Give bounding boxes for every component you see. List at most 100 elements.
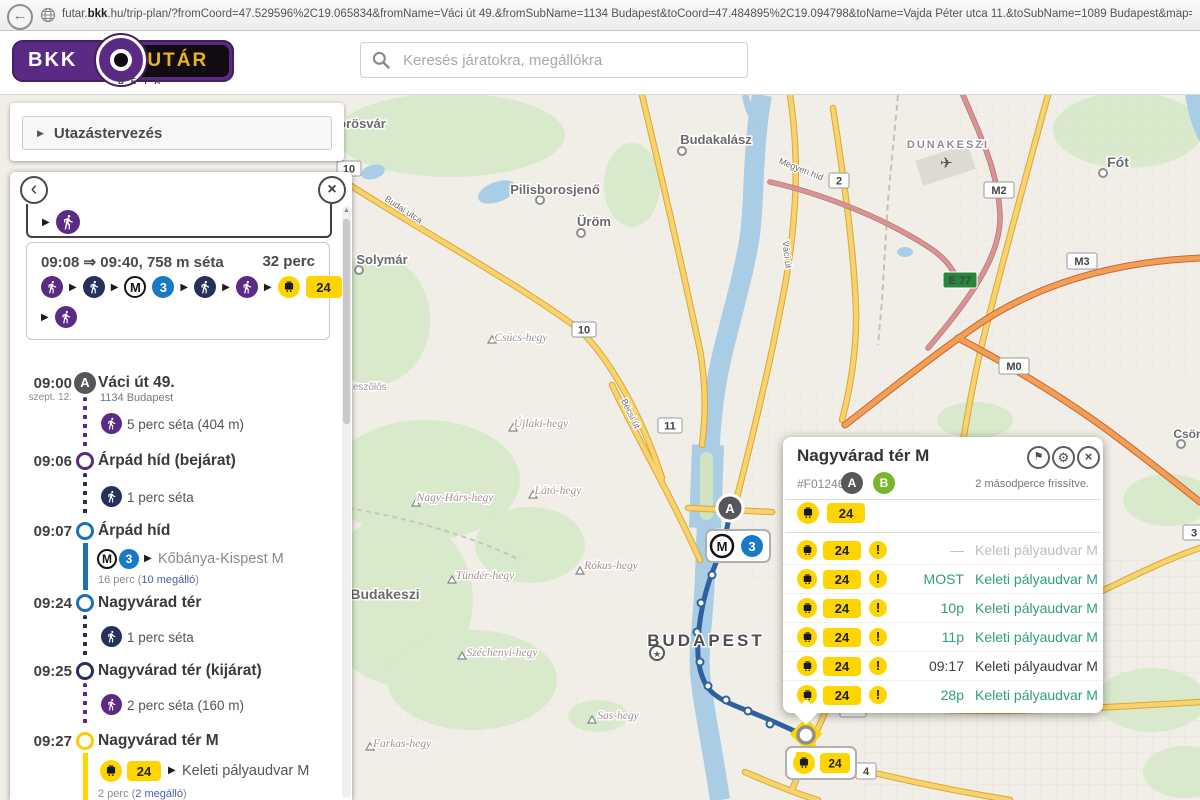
alert-icon[interactable]: ! [869,628,887,646]
route-24-badge: 24 [127,761,161,781]
stop-time: 09:06 [14,453,72,470]
close-button[interactable]: × [318,176,346,204]
arrow-right-icon: ▶ [222,282,230,293]
tram-icon [797,685,817,705]
popup-close-button[interactable]: × [1077,446,1100,469]
alert-icon[interactable]: ! [869,657,887,675]
walk-indoor-icon [83,276,105,298]
svg-text:3: 3 [748,539,755,554]
route-24-badge: 24 [823,686,861,705]
settings-gear-button[interactable]: ⚙ [1052,446,1075,469]
stop-time: 09:25 [14,663,72,680]
arrow-right-icon: ▶ [264,282,272,293]
airport-icon: ✈ [940,155,953,172]
stop-node [76,594,94,612]
svg-text:M3: M3 [1074,256,1089,268]
browser-address-bar: ← futar.bkk.hu/trip-plan/?fromCoord=47.5… [0,0,1200,31]
departure-list: 24 ! — Keleti pályaudvar M 24 ! MOST Kel… [783,536,1103,709]
scrollbar-thumb[interactable] [343,219,350,424]
svg-text:E 77: E 77 [949,275,972,287]
stop-name[interactable]: Nagyvárad tér M [98,732,219,750]
walk-icon [55,306,77,328]
trip-planner-widget: ▶ Utazástervezés [10,103,344,161]
leg-destination: Kőbánya-Kispest M [158,551,284,567]
departure-row[interactable]: 24 ! 10p Keleti pályaudvar M [783,593,1103,622]
departure-destination: Keleti pályaudvar M [975,542,1098,558]
tram-icon [278,276,300,298]
departure-row[interactable]: 24 ! 09:17 Keleti pályaudvar M [783,651,1103,680]
scroll-up-icon[interactable]: ▲ [342,207,351,214]
arrow-right-icon: ▶ [111,282,119,293]
walk-icon [41,276,63,298]
timeline-walk-segment [83,397,87,447]
walk-icon [101,413,122,434]
departure-row[interactable]: 24 ! 11p Keleti pályaudvar M [783,622,1103,651]
metro-line-map-label[interactable]: M 3 [706,530,770,562]
stop-name[interactable]: Váci út 49. [98,374,175,392]
itinerary-scroll-area: ▶ 32 perc 09:08 ⇒ 09:40, 758 m séta ▶ [10,204,342,800]
departure-row[interactable]: 24 ! — Keleti pályaudvar M [783,536,1103,564]
route-24-badge[interactable]: 24 [827,503,865,523]
platform-a-badge[interactable]: A [841,472,863,494]
alert-icon[interactable]: ! [869,599,887,617]
svg-text:Csömör: Csömör [1173,427,1200,441]
alert-icon[interactable]: ! [869,541,887,559]
departure-row[interactable]: 24 ! 28p Keleti pályaudvar M [783,680,1103,709]
svg-text:teszőlős: teszőlős [350,382,387,393]
panel-scrollbar[interactable]: ▲ [342,206,351,798]
url-text[interactable]: futar.bkk.hu/trip-plan/?fromCoord=47.529… [62,8,1192,20]
departure-row[interactable]: 24 ! MOST Keleti pályaudvar M [783,564,1103,593]
tram-icon [797,656,817,676]
stop-node [76,522,94,540]
timeline-walk-segment [83,683,87,727]
bkk-futar-logo[interactable]: BKK FUTÁR [12,40,234,82]
metro-logo-icon: M [124,276,146,298]
timeline-walk-segment [83,473,87,517]
departure-time: MOST [888,571,964,587]
platform-b-badge[interactable]: B [873,472,895,494]
svg-text:Széchenyi-hegy: Széchenyi-hegy [467,647,539,659]
stop-name[interactable]: Nagyvárad tér (kijárat) [98,662,262,680]
option-times: 09:08 ⇒ 09:40, 758 m séta [41,254,224,271]
origin-marker-a[interactable]: A [717,495,743,521]
walk-icon [56,210,80,234]
stop-name[interactable]: Árpád híd [98,522,170,540]
walk-icon [236,276,258,298]
itinerary-option[interactable]: 32 perc 09:08 ⇒ 09:40, 758 m séta ▶ ▶ M … [26,242,330,340]
browser-back-button[interactable]: ← [7,4,33,30]
trip-planner-toggle[interactable]: ▶ Utazástervezés [22,116,332,150]
alert-icon[interactable]: ! [869,570,887,588]
svg-text:Farkas-hegy: Farkas-hegy [372,738,432,750]
svg-text:★: ★ [653,649,661,659]
arrow-right-icon: ▶ [144,553,152,564]
tram-route-map-label[interactable]: 24 [786,747,856,779]
svg-text:Nagy-Hárs-hegy: Nagy-Hárs-hegy [416,492,495,504]
route-24-badge: 24 [823,657,861,676]
svg-text:Sas-hegy: Sas-hegy [597,710,639,722]
itinerary-panel: ‹ × ▲ ▶ 32 perc 09:08 ⇒ 09:40, 758 m sét… [10,172,352,800]
logo-beta-label: BETA [118,77,167,86]
stop-code: #F01246 [797,477,844,491]
svg-text:Fót: Fót [1107,154,1129,170]
flag-button[interactable]: ⚑ [1027,446,1050,469]
search-box[interactable] [360,42,748,78]
back-button[interactable]: ‹ [20,176,48,204]
stops-count-link[interactable]: 2 megálló [135,788,183,800]
itinerary-option-selected[interactable]: ▶ [26,204,332,238]
stop-name[interactable]: Árpád híd (bejárat) [98,452,236,470]
stops-count-link[interactable]: 10 megálló [141,574,195,586]
stop-name[interactable]: Nagyvárad tér [98,594,201,612]
stop-subtitle: 1134 Budapest [100,392,173,404]
svg-text:M2: M2 [991,185,1006,197]
site-favicon [40,7,56,23]
alert-icon[interactable]: ! [869,686,887,704]
stop-date: szept. 12. [14,392,72,403]
walk-indoor-icon [101,486,122,507]
svg-text:Budakalász: Budakalász [680,132,752,147]
timeline-metro-segment [83,543,88,590]
departure-destination: Keleti pályaudvar M [975,687,1098,703]
leg-walk-text: 2 perc séta (160 m) [127,698,244,713]
search-input[interactable] [401,51,735,70]
svg-text:DUNAKESZI: DUNAKESZI [907,139,989,151]
leg-walk-text: 5 perc séta (404 m) [127,417,244,432]
